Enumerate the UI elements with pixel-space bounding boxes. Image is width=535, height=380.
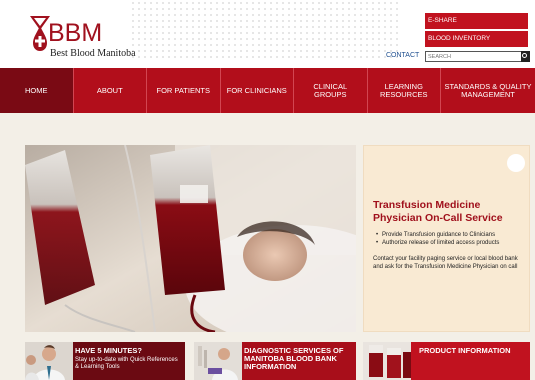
tile-subtitle: Stay up-to-date with Quick References & …	[75, 357, 178, 370]
main-nav: HOME ABOUT FOR PATIENTS FOR CLINICIANS C…	[0, 68, 535, 113]
list-item: Provide Transfusion guidance to Clinicia…	[376, 231, 526, 239]
e-share-button[interactable]: E-SHARE	[425, 13, 528, 29]
nav-learning-resources[interactable]: LEARNING RESOURCES	[368, 68, 441, 113]
tile-have-5-minutes[interactable]: HAVE 5 MINUTES? Stay up-to-date with Qui…	[25, 342, 185, 380]
panel-body: Contact your facility paging service or …	[373, 256, 518, 270]
tile-title: DIAGNOSTIC SERVICES OF MANITOBA BLOOD BA…	[244, 346, 344, 371]
nav-for-clinicians[interactable]: FOR CLINICIANS	[221, 68, 294, 113]
nav-about[interactable]: ABOUT	[74, 68, 147, 113]
tile-diagnostic-services[interactable]: DIAGNOSTIC SERVICES OF MANITOBA BLOOD BA…	[194, 342, 356, 380]
list-item: Authorize release of limited access prod…	[376, 239, 526, 247]
search-input[interactable]	[428, 52, 518, 61]
dot-pattern	[130, 0, 400, 60]
nav-for-patients[interactable]: FOR PATIENTS	[147, 68, 221, 113]
logo-letters: BBM	[48, 19, 103, 47]
contact-link[interactable]: CONTACT	[386, 52, 419, 59]
nav-home[interactable]: HOME	[0, 68, 74, 113]
search-icon	[522, 53, 527, 58]
panel-bullet-list: Provide Transfusion guidance to Clinicia…	[376, 231, 526, 247]
search-button[interactable]	[521, 51, 530, 62]
blood-inventory-button[interactable]: BLOOD INVENTORY	[425, 31, 528, 47]
tile-title: PRODUCT INFORMATION	[419, 346, 511, 355]
site-logo[interactable]: BBM Best Blood Manitoba	[28, 14, 138, 60]
decorative-circle	[507, 154, 525, 172]
lab-technician-photo	[194, 342, 242, 380]
logo-subtitle: Best Blood Manitoba	[50, 48, 136, 59]
blood-product-photo	[363, 342, 411, 380]
hero-image	[25, 145, 356, 332]
panel-title[interactable]: Transfusion Medicine Physician On-Call S…	[373, 199, 523, 224]
page: BBM Best Blood Manitoba E-SHARE BLOOD IN…	[0, 0, 535, 380]
quick-links: E-SHARE BLOOD INVENTORY	[425, 13, 528, 49]
nav-clinical-groups[interactable]: CLINICAL GROUPS	[294, 68, 368, 113]
clinicians-photo	[25, 342, 73, 380]
tile-product-information[interactable]: PRODUCT INFORMATION	[363, 342, 530, 380]
site-header: BBM Best Blood Manitoba E-SHARE BLOOD IN…	[0, 0, 535, 68]
hero-blood-bags-image	[25, 145, 356, 332]
tile-title: HAVE 5 MINUTES?	[75, 346, 142, 355]
search-box	[425, 51, 530, 62]
on-call-service-panel: Transfusion Medicine Physician On-Call S…	[363, 145, 530, 332]
nav-standards-quality-management[interactable]: STANDARDS & QUALITY MANAGEMENT	[441, 68, 535, 113]
